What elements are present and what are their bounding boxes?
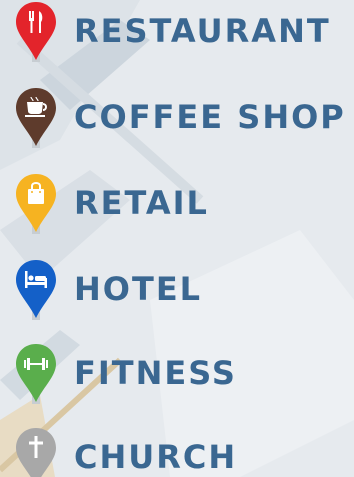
legend-label-church: CHURCH (74, 438, 238, 476)
legend-label-hotel: HOTEL (74, 270, 203, 308)
coffee-shop-pin-icon (16, 88, 56, 148)
map-legend: RESTAURANT COFFEE SHOP RETAIL HOTEL FITN… (0, 0, 354, 477)
church-pin-icon (16, 428, 56, 477)
retail-pin-icon (16, 174, 56, 234)
legend-item-retail: RETAIL (0, 172, 354, 242)
hotel-pin-icon (16, 260, 56, 320)
fitness-pin-icon (16, 344, 56, 404)
restaurant-pin-icon (16, 2, 56, 62)
legend-item-church: CHURCH (0, 426, 354, 477)
legend-item-restaurant: RESTAURANT (0, 0, 354, 70)
legend-item-hotel: HOTEL (0, 258, 354, 328)
legend-label-retail: RETAIL (74, 184, 209, 222)
legend-label-restaurant: RESTAURANT (74, 12, 331, 50)
legend-label-fitness: FITNESS (74, 354, 237, 392)
legend-label-coffee-shop: COFFEE SHOP (74, 98, 346, 136)
legend-item-coffee-shop: COFFEE SHOP (0, 86, 354, 156)
legend-item-fitness: FITNESS (0, 342, 354, 412)
